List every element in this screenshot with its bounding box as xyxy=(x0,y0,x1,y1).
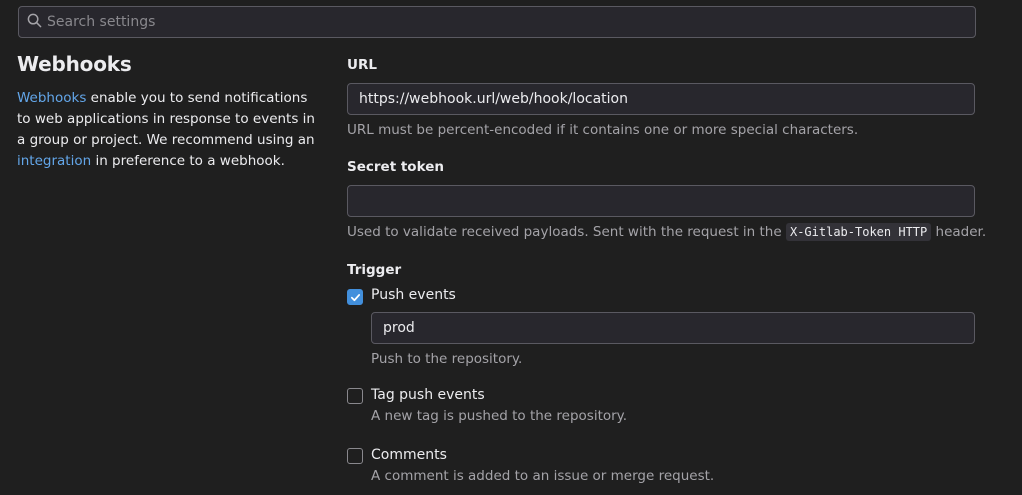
url-label: URL xyxy=(347,57,377,73)
secret-token-label: Secret token xyxy=(347,159,444,175)
url-help: URL must be percent-encoded if it contai… xyxy=(347,122,859,138)
secret-token-input[interactable] xyxy=(347,185,975,217)
section-description: Webhooks enable you to send notification… xyxy=(17,88,322,172)
comments-help: A comment is added to an issue or merge … xyxy=(371,468,715,484)
secret-token-help: Used to validate received payloads. Sent… xyxy=(347,223,987,241)
webhooks-link[interactable]: Webhooks xyxy=(17,90,86,106)
url-input[interactable] xyxy=(347,83,975,115)
integration-link[interactable]: integration xyxy=(17,153,91,169)
tag-push-events-label[interactable]: Tag push events xyxy=(371,387,485,403)
comments-checkbox[interactable] xyxy=(347,448,363,464)
push-events-label[interactable]: Push events xyxy=(371,287,456,303)
tag-push-events-checkbox[interactable] xyxy=(347,388,363,404)
header-name-code: X-Gitlab-Token HTTP xyxy=(785,223,932,241)
branch-filter-input[interactable] xyxy=(371,312,975,344)
push-events-help: Push to the repository. xyxy=(371,351,523,367)
search-input[interactable] xyxy=(47,14,975,30)
secret-help-text: Used to validate received payloads. Sent… xyxy=(347,224,786,240)
check-icon xyxy=(350,293,360,301)
comments-label[interactable]: Comments xyxy=(371,447,447,463)
secret-help-text-end: header. xyxy=(931,224,987,240)
settings-description: Webhooks Webhooks enable you to send not… xyxy=(17,52,322,172)
section-title: Webhooks xyxy=(17,52,132,76)
search-bar[interactable] xyxy=(18,6,976,38)
description-text-end: in preference to a webhook. xyxy=(91,153,285,169)
tag-push-events-help: A new tag is pushed to the repository. xyxy=(371,408,628,424)
trigger-label: Trigger xyxy=(347,262,402,278)
push-events-checkbox[interactable] xyxy=(347,289,363,305)
search-icon xyxy=(27,13,42,32)
